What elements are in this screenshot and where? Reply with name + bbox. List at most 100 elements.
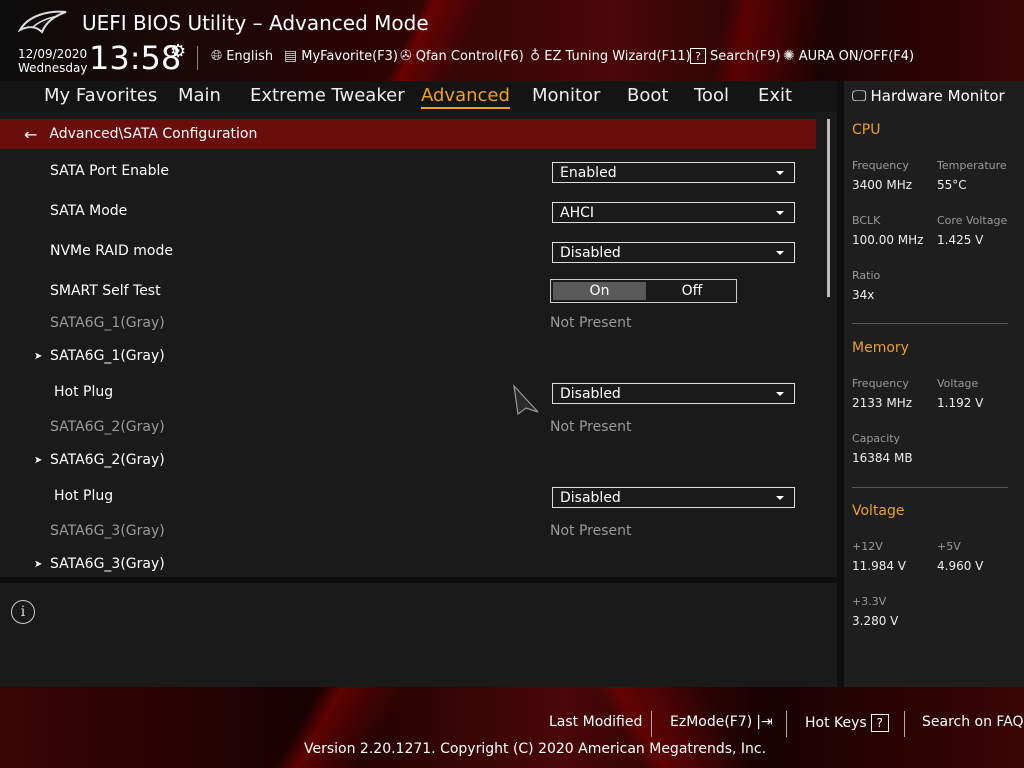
caret-down-icon — [776, 495, 784, 500]
tab-advanced[interactable]: Advanced — [421, 85, 510, 109]
sata6g-2-status-value: Not Present — [550, 419, 632, 435]
sata6g-2-submenu[interactable]: SATA6G_2(Gray) — [50, 452, 165, 468]
sata6g-2-status-label: SATA6G_2(Gray) — [50, 419, 165, 435]
date-display: 12/09/2020 Wednesday — [18, 47, 87, 75]
hot-plug-2-dropdown[interactable]: Disabled — [552, 487, 795, 508]
nvme-raid-label: NVMe RAID mode — [50, 243, 173, 259]
tab-boot[interactable]: Boot — [627, 85, 668, 106]
toolbar-divider — [197, 46, 198, 70]
section-divider — [852, 323, 1008, 324]
v33-label: +3.3V — [852, 595, 887, 608]
hardware-monitor-header: 🖵︎ Hardware Monitor — [852, 87, 1005, 105]
sata6g-3-submenu[interactable]: SATA6G_3(Gray) — [50, 556, 165, 572]
aura-label: AURA ON/OFF(F4) — [798, 48, 915, 64]
toggle-on-option[interactable]: On — [553, 282, 646, 300]
ezmode-button[interactable]: EzMode(F7) |⇥ — [670, 714, 773, 730]
nvme-raid-dropdown[interactable]: Disabled — [552, 242, 795, 263]
breadcrumb: ← Advanced\SATA Configuration — [0, 119, 816, 149]
memory-capacity-value: 16384 MB — [852, 451, 913, 465]
sata-mode-label: SATA Mode — [50, 203, 128, 219]
tab-my-favorites[interactable]: My Favorites — [44, 85, 157, 106]
bclk-value: 100.00 MHz — [852, 233, 924, 247]
memory-voltage-value: 1.192 V — [937, 396, 984, 410]
hot-plug-1-value: Disabled — [560, 385, 621, 402]
sata6g-1-submenu[interactable]: SATA6G_1(Gray) — [50, 348, 165, 364]
search-label: Search(F9) — [710, 48, 781, 64]
core-voltage-value: 1.425 V — [937, 233, 984, 247]
sata-port-enable-dropdown[interactable]: Enabled — [552, 162, 795, 183]
myfavorite-label: MyFavorite(F3) — [301, 48, 398, 64]
search-button[interactable]: ? Search(F9) — [690, 48, 781, 64]
hot-plug-2-value: Disabled — [560, 489, 621, 506]
panel-divider — [837, 81, 844, 687]
ezmode-label: EzMode(F7) — [670, 714, 753, 730]
search-faq-label: Search on FAQ — [922, 714, 1024, 730]
breadcrumb-path: Advanced\SATA Configuration — [49, 126, 258, 142]
monitor-icon: 🖵︎ — [852, 87, 867, 105]
sata-port-enable-value: Enabled — [560, 164, 617, 181]
ratio-value: 34x — [852, 288, 875, 302]
caret-down-icon — [776, 391, 784, 396]
hot-plug-1-dropdown[interactable]: Disabled — [552, 383, 795, 404]
v12-label: +12V — [852, 540, 883, 553]
toggle-off-option[interactable]: Off — [648, 280, 736, 302]
smart-self-test-toggle[interactable]: On Off — [550, 279, 737, 303]
hot-plug-1-label: Hot Plug — [54, 384, 114, 400]
section-divider — [852, 487, 1008, 488]
aura-button[interactable]: ✺ AURA ON/OFF(F4) — [783, 48, 914, 64]
copyright-text: Version 2.20.1271. Copyright (C) 2020 Am… — [304, 741, 767, 757]
memory-capacity-label: Capacity — [852, 432, 901, 445]
qfan-label: Qfan Control(F6) — [415, 48, 524, 64]
ez-tuning-label: EZ Tuning Wizard(F11) — [544, 48, 691, 64]
myfavorite-button[interactable]: ▤ MyFavorite(F3) — [284, 48, 398, 64]
question-box-icon: ? — [870, 714, 889, 732]
keyboard-icon: ▤ — [284, 48, 298, 64]
tab-extreme-tweaker[interactable]: Extreme Tweaker — [250, 85, 405, 106]
weekday-text: Wednesday — [18, 61, 88, 75]
v33-value: 3.280 V — [852, 614, 899, 628]
tab-main[interactable]: Main — [178, 85, 221, 106]
submenu-arrow-icon: ➤ — [34, 455, 43, 466]
language-label: English — [226, 48, 274, 64]
hot-keys-button[interactable]: Hot Keys ? — [805, 714, 889, 732]
lightbulb-icon: ♁ — [530, 48, 541, 64]
tab-exit[interactable]: Exit — [758, 85, 792, 106]
last-modified-button[interactable]: Last Modified — [549, 714, 642, 730]
bclk-label: BCLK — [852, 214, 881, 227]
hardware-monitor-title: Hardware Monitor — [870, 87, 1005, 105]
hot-plug-2-label: Hot Plug — [54, 488, 114, 504]
smart-self-test-label: SMART Self Test — [50, 283, 161, 299]
search-faq-button[interactable]: Search on FAQ — [922, 714, 1024, 730]
sata6g-3-status-label: SATA6G_3(Gray) — [50, 523, 165, 539]
sata-mode-dropdown[interactable]: AHCI — [552, 202, 795, 223]
ratio-label: Ratio — [852, 269, 881, 282]
back-arrow-icon[interactable]: ← — [24, 125, 37, 144]
scrollbar[interactable] — [827, 119, 830, 297]
gear-icon[interactable]: ⚙ — [170, 41, 186, 62]
cpu-frequency-label: Frequency — [852, 159, 909, 172]
caret-down-icon — [776, 210, 784, 215]
core-voltage-label: Core Voltage — [937, 214, 1008, 227]
last-modified-label: Last Modified — [549, 714, 643, 730]
caret-down-icon — [776, 250, 784, 255]
sata-port-enable-label: SATA Port Enable — [50, 163, 170, 179]
submenu-arrow-icon: ➤ — [34, 559, 43, 570]
settings-panel: ← Advanced\SATA Configuration SATA Port … — [0, 112, 837, 577]
footer-divider — [786, 711, 787, 737]
fan-icon: ✇ — [400, 48, 412, 64]
info-icon: i — [11, 600, 35, 624]
cpu-temperature-label: Temperature — [937, 159, 1007, 172]
globe-icon: 🌐︎ — [211, 48, 223, 64]
clock: 13:58 — [89, 39, 182, 77]
v5-value: 4.960 V — [937, 559, 984, 573]
language-button[interactable]: 🌐︎ English — [211, 48, 273, 64]
rog-logo-icon — [18, 10, 67, 34]
ez-tuning-button[interactable]: ♁ EZ Tuning Wizard(F11) — [530, 48, 691, 64]
tab-tool[interactable]: Tool — [694, 85, 729, 106]
nvme-raid-value: Disabled — [560, 244, 621, 261]
qfan-button[interactable]: ✇ Qfan Control(F6) — [400, 48, 524, 64]
help-panel: i — [0, 583, 837, 687]
date-text: 12/09/2020 — [18, 47, 88, 61]
tab-monitor[interactable]: Monitor — [532, 85, 600, 106]
submenu-arrow-icon: ➤ — [34, 351, 43, 362]
